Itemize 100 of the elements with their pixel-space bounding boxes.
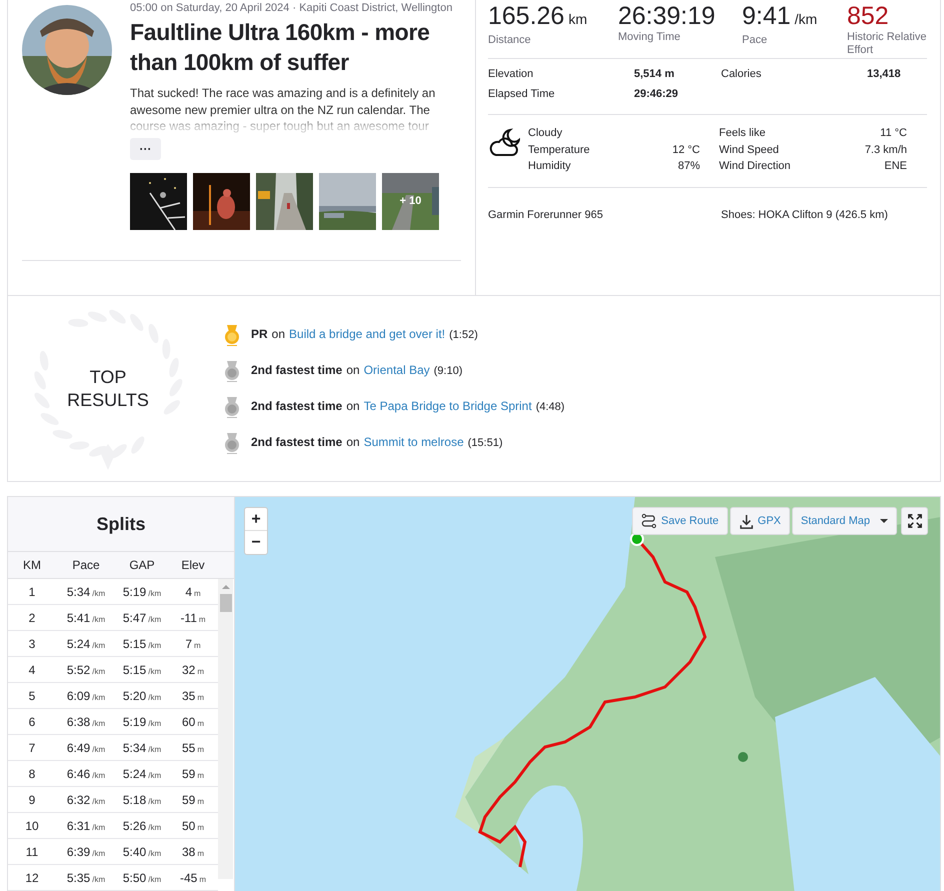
zoom-in-button[interactable]: + <box>245 508 267 531</box>
split-unit: m <box>197 744 204 756</box>
fullscreen-icon <box>908 514 922 528</box>
split-pace: 5:24 <box>66 636 90 652</box>
split-gap: 5:40 <box>122 844 146 860</box>
segment-link[interactable]: Build a bridge and get over it! <box>289 325 446 344</box>
connector-text: on <box>346 434 360 452</box>
stat-value: 26:39:19 <box>618 1 716 31</box>
split-unit: /km <box>92 744 106 756</box>
stat-value: 9:41 <box>742 1 791 31</box>
device-name: Garmin Forerunner 965 <box>488 208 604 222</box>
weather-label: Feels like <box>719 126 766 141</box>
split-unit: /km <box>148 770 162 782</box>
scrollbar-thumb[interactable] <box>220 594 232 612</box>
fullscreen-button[interactable] <box>901 507 928 535</box>
split-unit: /km <box>148 848 162 860</box>
split-pace: 6:46 <box>66 766 90 782</box>
split-unit: m <box>199 874 206 886</box>
split-pace: 5:41 <box>66 610 90 626</box>
split-unit: /km <box>92 588 106 600</box>
weather-value: 7.3 km/h <box>864 142 907 158</box>
split-gap: 5:47 <box>122 610 146 626</box>
medal-icon <box>223 360 241 382</box>
activity-title: Faultline Ultra 160km - more than 100km of suffer <box>130 18 431 77</box>
connector-text: on <box>272 326 286 344</box>
split-elev: 4 <box>185 584 192 600</box>
split-elev: 50 <box>182 818 196 834</box>
split-pace: 6:09 <box>66 688 90 704</box>
split-elev: 60 <box>182 714 196 730</box>
more-button[interactable]: ··· <box>130 138 161 160</box>
split-unit: /km <box>92 848 106 860</box>
split-elev: 38 <box>182 844 196 860</box>
connector-text: on <box>346 398 360 416</box>
split-gap: 5:15 <box>122 662 146 678</box>
dropdown-button[interactable]: Standard Map <box>792 507 897 535</box>
split-unit: m <box>197 848 204 860</box>
activity-description: That sucked! The race was amazing and is a definitely an awesome new premier ultra on the NZ run calendar. The course was amazing - super tough but an awesome tour <box>130 85 436 134</box>
split-elev: 59 <box>182 766 196 782</box>
split-unit: /km <box>92 874 106 886</box>
segment-time: (15:51) <box>468 436 503 452</box>
split-gap: 5:15 <box>122 636 146 652</box>
split-unit: m <box>194 640 201 652</box>
weather-label: Humidity <box>528 159 572 174</box>
split-unit: /km <box>92 796 106 808</box>
split-gap: 5:34 <box>122 740 146 756</box>
segment-time: (1:52) <box>449 328 478 344</box>
date-location: 05:00 on Saturday, 20 April 2024 · Kapiti Coast District, Wellington <box>130 1 454 15</box>
achievement-text: PR <box>251 326 268 344</box>
detail-label: Elapsed Time <box>488 88 556 101</box>
split-unit: /km <box>148 666 162 678</box>
split-km: 5 <box>28 688 36 704</box>
column-header: Elev <box>180 557 206 574</box>
split-km: 3 <box>28 636 36 652</box>
split-elev: 55 <box>182 740 196 756</box>
split-gap: 5:24 <box>122 766 146 782</box>
segment-link[interactable]: Te Papa Bridge to Bridge Sprint <box>364 397 532 416</box>
achievement-text: 2nd fastest time <box>251 362 342 380</box>
split-km: 10 <box>24 818 40 834</box>
split-km: 12 <box>24 870 40 886</box>
top-results-heading: TOP RESULTS <box>66 366 150 412</box>
stat-unit: km <box>568 10 588 29</box>
split-km: 8 <box>28 766 36 782</box>
split-unit: m <box>197 718 204 730</box>
split-unit: m <box>194 588 201 600</box>
split-pace: 5:52 <box>66 662 90 678</box>
split-unit: m <box>197 770 204 782</box>
save-button[interactable]: Save Route <box>632 507 728 535</box>
achievement-text: 2nd fastest time <box>251 398 342 416</box>
weather-label: Temperature <box>528 142 591 158</box>
detail-label: Calories <box>721 68 762 81</box>
weather-label: Wind Direction <box>719 159 792 174</box>
weather-value: ENE <box>883 159 907 174</box>
split-unit: m <box>197 822 204 834</box>
stat-label: Historic Relative Effort <box>847 31 927 57</box>
split-unit: /km <box>148 640 162 652</box>
more-photos-count[interactable]: + 10 <box>400 192 422 210</box>
detail-value: 13,418 <box>867 68 902 81</box>
split-elev: 7 <box>185 636 192 652</box>
split-pace: 5:34 <box>66 584 90 600</box>
column-header: Pace <box>71 557 101 574</box>
split-gap: 5:26 <box>122 818 146 834</box>
weather-value: 11 °C <box>879 126 907 141</box>
segment-link[interactable]: Summit to melrose <box>364 433 464 452</box>
weather-label: Wind Speed <box>719 142 780 158</box>
split-elev: -11 <box>180 610 197 626</box>
split-km: 11 <box>24 844 40 860</box>
split-pace: 6:32 <box>66 792 90 808</box>
zoom-out-button[interactable]: − <box>245 531 267 554</box>
split-unit: m <box>197 666 204 678</box>
detail-value: 29:46:29 <box>634 88 680 101</box>
split-unit: /km <box>92 614 106 626</box>
split-unit: /km <box>148 614 162 626</box>
download-icon <box>738 514 754 528</box>
download-button[interactable]: GPX <box>730 507 790 535</box>
connector-text: on <box>346 362 360 380</box>
split-unit: /km <box>148 874 162 886</box>
cloudy-night-icon <box>488 127 520 159</box>
split-gap: 5:20 <box>122 688 146 704</box>
split-km: 4 <box>28 662 36 678</box>
segment-link[interactable]: Oriental Bay <box>364 361 430 380</box>
